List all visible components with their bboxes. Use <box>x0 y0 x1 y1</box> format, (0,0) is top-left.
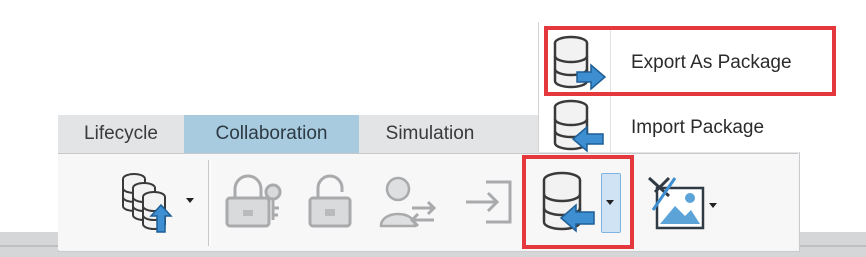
highlight-box-export-item <box>544 26 836 96</box>
multi-database-upload-icon[interactable] <box>120 168 182 234</box>
sign-in-icon[interactable] <box>462 178 516 226</box>
tab-collaboration[interactable]: Collaboration <box>184 115 359 153</box>
highlight-box-import-button <box>522 155 634 249</box>
tab-lifecycle[interactable]: Lifecycle <box>58 115 184 153</box>
lock-key-icon[interactable] <box>223 174 285 230</box>
toolbar-separator-highlight <box>210 160 211 246</box>
image-picture-icon[interactable] <box>645 172 707 234</box>
database-import-icon <box>551 98 607 154</box>
chevron-down-icon[interactable] <box>709 203 717 208</box>
tab-simulation[interactable]: Simulation <box>359 115 501 153</box>
chevron-down-icon[interactable] <box>186 198 194 203</box>
menu-item-import-package[interactable]: Import Package <box>631 117 764 139</box>
user-transfer-icon[interactable] <box>378 174 440 230</box>
toolbar-separator <box>208 160 209 246</box>
unlock-icon[interactable] <box>306 174 356 230</box>
